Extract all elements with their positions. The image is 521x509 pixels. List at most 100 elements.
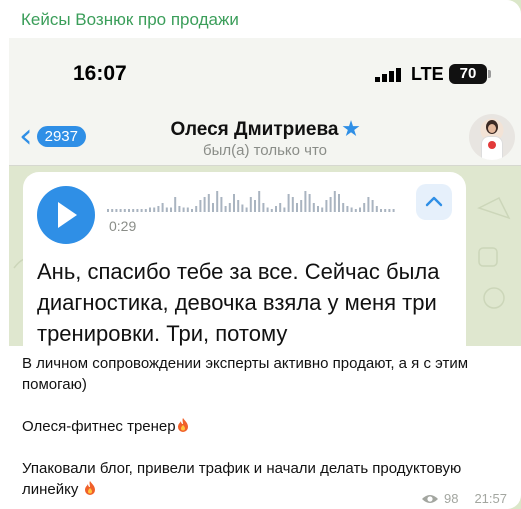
waveform-bar xyxy=(153,207,156,212)
waveform-bar xyxy=(279,203,282,212)
waveform-bar xyxy=(338,194,340,212)
waveform-bar xyxy=(237,200,240,212)
waveform-bar xyxy=(346,206,349,212)
waveform-bar xyxy=(123,209,126,212)
waveform-bar xyxy=(174,197,177,212)
waveform-bar xyxy=(170,207,172,212)
waveform-bar xyxy=(275,206,277,212)
contact-name-row[interactable]: Олеся Дмитриева ★ xyxy=(9,118,521,141)
fire-icon xyxy=(84,481,95,495)
waveform-bar xyxy=(300,200,303,212)
battery-cap xyxy=(488,70,491,78)
waveform-bar xyxy=(107,209,109,212)
post-meta: 98 21:57 xyxy=(421,491,507,506)
voice-message-bubble: 0:29 Ань, спасибо тебе за все. Сейчас бы… xyxy=(23,172,466,346)
waveform-bar xyxy=(375,206,378,212)
waveform-bar xyxy=(363,203,366,212)
collapse-transcript-button[interactable] xyxy=(416,184,452,220)
waveform-bar xyxy=(283,207,286,212)
waveform-bar xyxy=(371,200,374,212)
waveform-bar xyxy=(241,204,244,212)
waveform-bar xyxy=(161,203,164,212)
channel-title[interactable]: Кейсы Вознюк про продажи xyxy=(21,10,239,30)
waveform-bar xyxy=(224,206,227,212)
waveform-bar xyxy=(191,209,193,212)
caption-line-1: В личном сопровождении эксперты активно … xyxy=(22,355,469,393)
waveform-bar xyxy=(203,197,206,212)
network-type: LTE xyxy=(411,64,444,84)
waveform-bar xyxy=(149,207,151,212)
fire-icon xyxy=(177,418,188,432)
waveform-bar xyxy=(388,209,391,212)
waveform-bar xyxy=(333,191,336,212)
waveform-bar xyxy=(329,197,332,212)
waveform-bar xyxy=(312,203,315,212)
waveform-bar xyxy=(119,209,122,212)
waveform-bar xyxy=(384,209,387,212)
waveform-bar xyxy=(291,197,294,212)
waveform-bar xyxy=(178,206,181,212)
waveform-bar xyxy=(380,209,382,212)
waveform-bar xyxy=(266,207,269,212)
ios-status-bar: 16:07 LTE 70 xyxy=(9,38,521,108)
waveform-bar xyxy=(233,194,235,212)
waveform-bar xyxy=(254,200,256,212)
waveform-bar xyxy=(111,209,114,212)
contact-name: Олеся Дмитриева xyxy=(170,119,339,140)
waveform-bar xyxy=(287,194,290,212)
caption-gap xyxy=(22,437,502,458)
waveform[interactable] xyxy=(107,190,407,216)
avatar[interactable] xyxy=(469,114,515,160)
waveform-bar xyxy=(245,207,248,212)
waveform-bar xyxy=(270,209,273,212)
waveform-bar xyxy=(342,203,345,212)
waveform-bar xyxy=(182,207,185,212)
waveform-bar xyxy=(228,203,231,212)
voice-duration: 0:29 xyxy=(109,218,137,234)
waveform-bar xyxy=(317,206,319,212)
waveform-bar xyxy=(157,206,160,212)
chat-header: ‹ 2937 Олеся Дмитриева ★ был(а) только чт… xyxy=(9,108,521,166)
contact-status: был(а) только что xyxy=(202,142,327,159)
waveform-bar xyxy=(249,197,252,212)
waveform-bar xyxy=(140,209,143,212)
waveform-bar xyxy=(144,209,147,212)
waveform-bar xyxy=(115,209,118,212)
battery-level: 70 xyxy=(449,64,487,84)
play-icon xyxy=(58,202,77,228)
caption-gap xyxy=(22,395,502,416)
waveform-bar xyxy=(296,203,298,212)
waveform-bar xyxy=(262,203,265,212)
waveform-bar xyxy=(359,207,361,212)
chevron-up-icon xyxy=(425,196,443,207)
waveform-bar xyxy=(136,209,139,212)
eye-icon xyxy=(421,494,438,503)
waveform-bar xyxy=(354,209,357,212)
waveform-bar xyxy=(308,194,311,212)
caption-line-2-row: Олеся-фитнес тренер xyxy=(22,416,502,437)
waveform-bar xyxy=(128,209,130,212)
waveform-bar xyxy=(392,209,395,212)
play-button[interactable] xyxy=(37,186,95,244)
waveform-bar xyxy=(199,200,202,212)
waveform-bar xyxy=(195,206,198,212)
waveform-bar xyxy=(165,207,168,212)
embedded-screenshot[interactable]: 16:07 LTE 70 ‹ 2937 Олеся Дмитриева ★ был… xyxy=(9,38,521,346)
caption-line-2: Олеся-фитнес тренер xyxy=(22,418,176,435)
avatar-heart xyxy=(488,141,496,149)
views-count: 98 xyxy=(443,491,459,506)
waveform-bar xyxy=(258,191,261,212)
waveform-bar xyxy=(350,207,353,212)
waveform-bar xyxy=(321,207,324,212)
verified-star-icon: ★ xyxy=(342,119,360,140)
voice-transcript: Ань, спасибо тебе за все. Сейчас была ди… xyxy=(37,259,440,346)
waveform-bar xyxy=(220,197,223,212)
waveform-bar xyxy=(186,207,189,212)
waveform-bar xyxy=(132,209,135,212)
waveform-bar xyxy=(325,200,328,212)
status-time: 16:07 xyxy=(73,62,127,85)
post-card: Кейсы Вознюк про продажи 16:07 LTE 70 ‹ … xyxy=(0,0,521,509)
signal-icon xyxy=(375,68,401,82)
post-time: 21:57 xyxy=(474,491,507,506)
waveform-bar xyxy=(304,191,307,212)
